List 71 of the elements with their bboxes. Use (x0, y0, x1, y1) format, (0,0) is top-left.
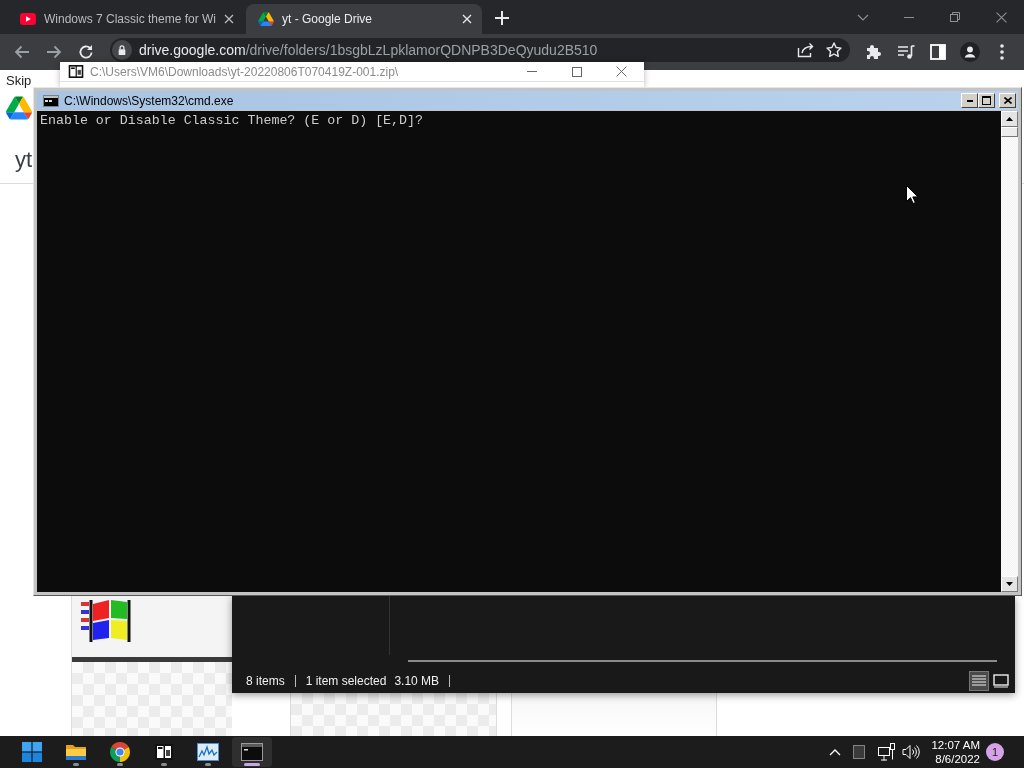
star-icon (826, 42, 842, 58)
speaker-icon (902, 744, 921, 760)
plus-icon (495, 11, 509, 25)
file-card[interactable] (71, 596, 232, 736)
start-logo-icon (22, 742, 42, 762)
browser-tab[interactable]: Windows 7 Classic theme for Wi (8, 4, 244, 34)
arrow-right-icon (46, 45, 62, 59)
reload-icon (78, 44, 94, 60)
console-icon (43, 94, 59, 107)
app-tile-icon (68, 65, 84, 78)
playlist-note-icon (897, 44, 915, 60)
folder-title: yt (15, 147, 33, 173)
scroll-thumb[interactable] (1001, 127, 1018, 137)
clock-date[interactable]: 8/6/2022 (935, 752, 980, 766)
avatar-icon (960, 42, 980, 62)
browser-icon (110, 742, 130, 762)
triangle-logo-icon[interactable] (6, 96, 32, 120)
clock-time[interactable]: 12:07 AM (931, 738, 980, 752)
dotted-square-icon (853, 745, 866, 759)
arrow-left-icon (14, 45, 30, 59)
address-field[interactable]: drive.google.com/drive/folders/1bsgbLzLpklamorQDNPB3DeQyudu2B510 (110, 38, 850, 62)
network-icon (878, 743, 897, 761)
maximize-icon (571, 66, 582, 77)
horizontal-scrollbar[interactable] (408, 660, 997, 662)
item-count: 8 items (246, 673, 285, 690)
mouse-pointer-icon (906, 185, 918, 204)
play-button-icon (20, 13, 36, 25)
skip-link[interactable]: Skip (6, 73, 32, 89)
kebab-menu-icon (1000, 44, 1004, 60)
chevron-up-icon (829, 748, 842, 756)
folder-icon (65, 743, 87, 761)
close-icon[interactable] (224, 14, 234, 24)
scroll-up-button[interactable] (1001, 111, 1018, 127)
close-icon (616, 66, 627, 77)
side-panel-icon (930, 44, 946, 60)
minimize-icon (966, 99, 973, 102)
restore-icon (950, 12, 960, 22)
taskbar-button[interactable] (232, 737, 272, 767)
close-icon (1003, 97, 1012, 104)
window-title: C:\Users\VM6\Downloads\yt-20220806T070419Z-001.zip\ (90, 63, 399, 81)
notification-badge[interactable]: 1 (986, 743, 1004, 761)
chevron-down-icon (857, 13, 869, 21)
triangle-down-icon (1006, 582, 1013, 586)
vertical-scrollbar[interactable] (1001, 111, 1018, 592)
triangle-logo-icon (258, 12, 274, 26)
terminal-icon (241, 743, 263, 761)
list-view-icon (972, 675, 986, 687)
minimize-icon (526, 71, 537, 72)
tile-view-icon (993, 674, 1009, 688)
browser-tab[interactable]: yt - Google Drive (246, 4, 482, 34)
console-line: Enable or Disable Classic Theme? (E or D) [E,D]? (40, 113, 424, 129)
selection-size: 3.10 MB (394, 673, 440, 690)
app-tile-icon (155, 744, 173, 760)
close-button[interactable] (999, 93, 1016, 108)
large-icons-view-button[interactable] (991, 671, 1011, 691)
window-title: C:\Windows\System32\cmd.exe (64, 92, 234, 110)
close-icon (995, 11, 1007, 23)
puzzle-icon (866, 44, 882, 60)
minimize-button[interactable] (961, 93, 978, 108)
minimize-icon (904, 16, 914, 18)
maximize-button[interactable] (978, 93, 995, 108)
triangle-up-icon (1006, 117, 1013, 121)
lock-icon[interactable] (112, 40, 132, 60)
selection-count: 1 item selected (305, 673, 387, 690)
new-tab-button[interactable] (492, 8, 512, 28)
maximize-icon (982, 96, 991, 105)
url-text: drive.google.com/drive/folders/1bsgbLzLpklamorQDNPB3DeQyudu2B510 (139, 42, 598, 58)
checkered-preview[interactable] (290, 693, 497, 736)
scroll-down-button[interactable] (1001, 576, 1018, 592)
share-icon (797, 42, 815, 58)
chart-window-icon (197, 743, 219, 761)
